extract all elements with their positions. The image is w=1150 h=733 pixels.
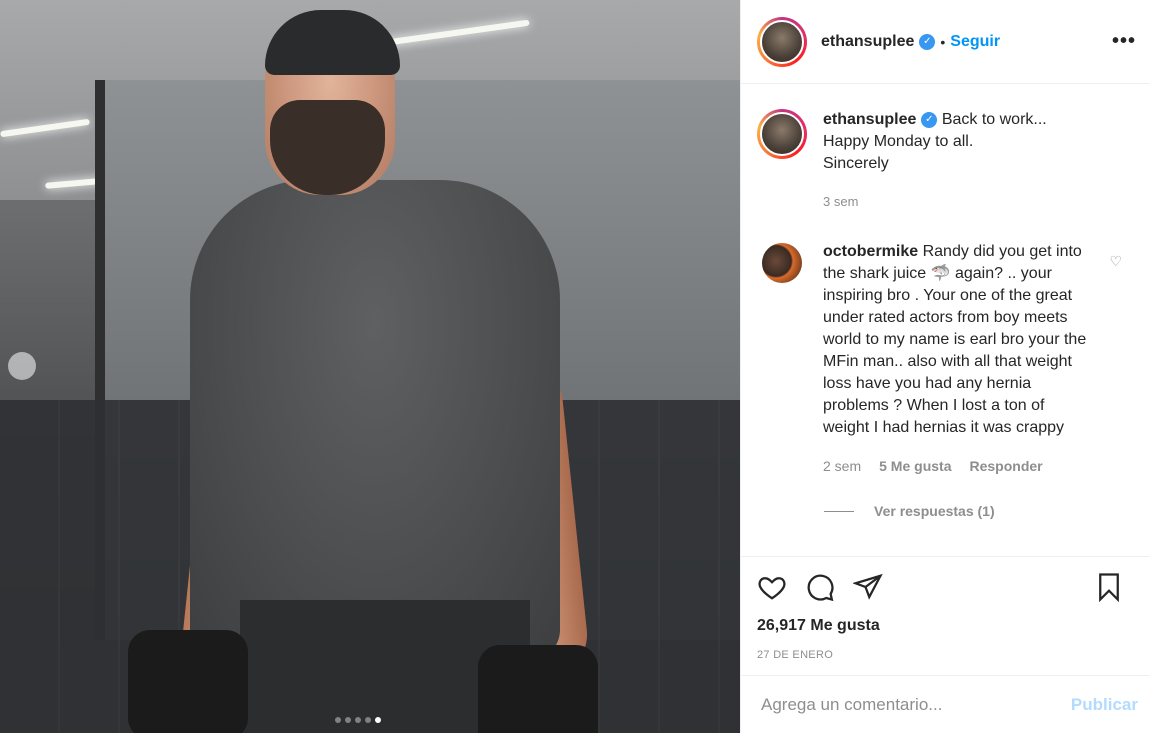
- like-heart-icon[interactable]: [757, 572, 787, 602]
- comment-meta: 2 sem 5 Me gusta Responder: [823, 455, 1093, 477]
- likes-count[interactable]: 26,917 Me gusta: [757, 617, 1134, 635]
- verified-badge-icon: ✓: [919, 33, 936, 50]
- more-options-icon[interactable]: •••: [1112, 30, 1136, 53]
- comment-like-heart-icon[interactable]: ♡: [1109, 253, 1122, 270]
- publish-button[interactable]: Publicar: [1071, 695, 1138, 715]
- verified-badge-icon: ✓: [921, 111, 938, 128]
- post-caption: ethansuplee ✓ Back to work... Happy Monda…: [757, 109, 1134, 213]
- post-actions: 26,917 Me gusta 27 DE ENERO: [741, 556, 1150, 661]
- carousel-indicator: [335, 717, 381, 723]
- add-comment-bar: Publicar: [741, 675, 1150, 733]
- commenter-username[interactable]: octobermike: [823, 243, 918, 260]
- carousel-dot-active: [375, 717, 381, 723]
- post-date[interactable]: 27 DE ENERO: [757, 649, 1134, 661]
- share-paper-plane-icon[interactable]: [853, 572, 883, 602]
- view-replies-button[interactable]: Ver respuestas (1): [824, 503, 1134, 519]
- caption-line: Back to work...: [941, 111, 1047, 128]
- action-icons: [757, 557, 1134, 617]
- dumbbell-right: [478, 645, 598, 733]
- follow-button[interactable]: Seguir: [950, 33, 1000, 51]
- carousel-dot: [345, 717, 351, 723]
- post-photo[interactable]: [0, 0, 740, 733]
- comments-list[interactable]: ethansuplee ✓ Back to work... Happy Monda…: [741, 85, 1150, 555]
- instagram-post-modal: ethansuplee ✓ • Seguir ••• ethansuplee ✓ …: [0, 0, 1150, 733]
- dumbbell-left: [128, 630, 248, 733]
- caption-author-avatar[interactable]: [757, 109, 807, 159]
- comment-likes[interactable]: 5 Me gusta: [879, 455, 951, 477]
- post-header: ethansuplee ✓ • Seguir •••: [741, 0, 1150, 84]
- carousel-dot: [355, 717, 361, 723]
- person-shirt: [190, 180, 560, 660]
- author-username[interactable]: ethansuplee: [821, 33, 914, 51]
- reply-button[interactable]: Responder: [969, 455, 1042, 477]
- commenter-avatar[interactable]: [762, 243, 802, 283]
- carousel-dot: [335, 717, 341, 723]
- caption-username[interactable]: ethansuplee: [823, 111, 916, 128]
- comment-time[interactable]: 2 sem: [823, 455, 861, 477]
- bookmark-icon[interactable]: [1094, 572, 1124, 602]
- caption-line: Happy Monday to all.: [823, 133, 974, 150]
- comment-input[interactable]: [761, 694, 1071, 715]
- caption-body: ethansuplee ✓ Back to work... Happy Monda…: [823, 109, 1047, 213]
- caption-line: Sincerely: [823, 155, 889, 172]
- caption-time[interactable]: 3 sem: [823, 191, 1047, 213]
- comment-text: Randy did you get into the shark juice 🦈…: [823, 243, 1087, 436]
- comment-body: octobermike Randy did you get into the s…: [823, 241, 1093, 477]
- author-avatar[interactable]: [757, 16, 807, 67]
- header-separator: •: [940, 33, 946, 50]
- carousel-dot: [365, 717, 371, 723]
- carousel-prev-button[interactable]: [8, 352, 36, 380]
- replies-line: [824, 510, 854, 512]
- post-side-panel: ethansuplee ✓ • Seguir ••• ethansuplee ✓ …: [740, 0, 1150, 733]
- comment-item: octobermike Randy did you get into the s…: [757, 241, 1134, 477]
- view-replies-label: Ver respuestas (1): [874, 503, 995, 519]
- comment-bubble-icon[interactable]: [805, 572, 835, 602]
